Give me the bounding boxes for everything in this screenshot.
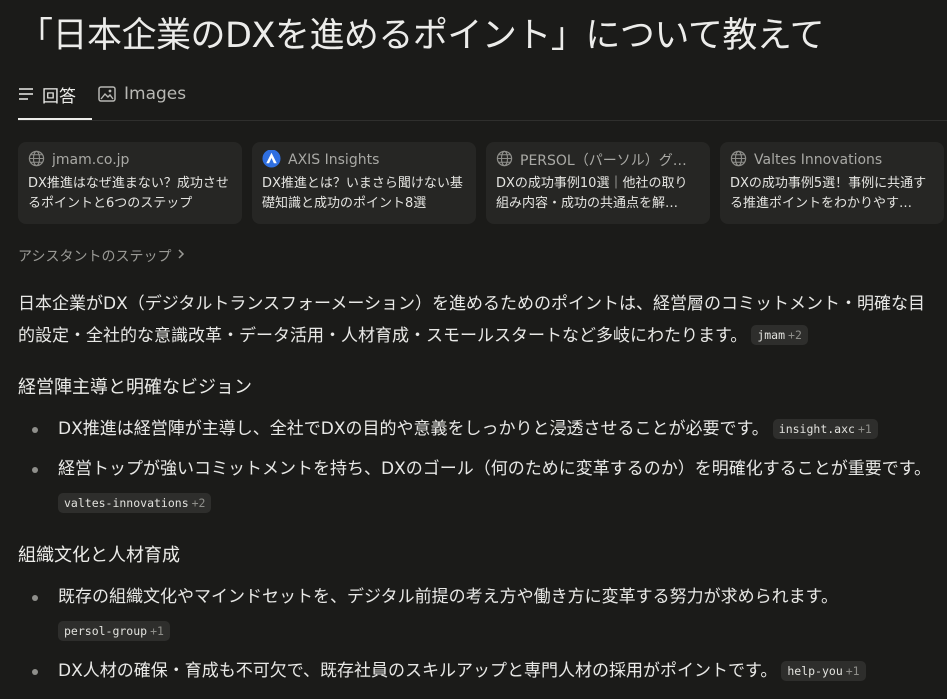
- citation-source: valtes-innovations: [64, 496, 189, 510]
- answer-intro: 日本企業がDX（デジタルトランスフォーメーション）を進めるためのポイントは、経営…: [18, 288, 938, 352]
- citation-source: jmam: [757, 328, 786, 342]
- list-item: 経営トップが強いコミットメントを持ち、DXのゴール（何のために変革するのか）を明…: [32, 452, 938, 520]
- tabs-divider: [18, 120, 947, 121]
- axis-logo-icon: [262, 150, 281, 170]
- citation-more: +1: [150, 624, 164, 638]
- source-snippet: DX推進とは？いまさら聞けない基礎知識と成功のポイント8選: [262, 176, 463, 211]
- source-card-axis[interactable]: AXIS Insights DX推進とは？いまさら聞けない基礎知識と成功のポイン…: [252, 142, 476, 224]
- item-text: DX人材の確保・育成も不可欠で、既存社員のスキルアップと専門人材の採用がポイント…: [58, 661, 778, 681]
- tab-answer[interactable]: 回答: [18, 78, 92, 120]
- globe-icon: [730, 150, 747, 170]
- citation-more: +2: [788, 328, 802, 342]
- source-card-jmam[interactable]: jmam.co.jp DX推進はなぜ進まない？成功させるポイントと6つのステップ: [18, 142, 242, 224]
- source-site: AXIS Insights: [288, 152, 380, 168]
- source-card-persol[interactable]: PERSOL（パーソル）グル… DXの成功事例10選｜他社の取り組み内容・成功の…: [486, 142, 710, 224]
- section-heading: 経営陣主導と明確なビジョン: [18, 377, 252, 398]
- source-site: PERSOL（パーソル）グル…: [520, 153, 700, 169]
- citation-source: persol-group: [64, 624, 148, 638]
- citation-source: insight.axc: [778, 422, 855, 436]
- citation-more: +1: [845, 664, 860, 678]
- source-cards: jmam.co.jp DX推進はなぜ進まない？成功させるポイントと6つのステップ…: [18, 142, 947, 226]
- citation-chip[interactable]: insight.axc +1: [772, 419, 878, 439]
- answer-body: 日本企業がDX（デジタルトランスフォーメーション）を進めるためのポイントは、経営…: [18, 288, 938, 688]
- source-snippet: DX推進はなぜ進まない？成功させるポイントと6つのステップ: [28, 176, 229, 211]
- page-title: 「日本企業のDXを進めるポイント」について教えて: [18, 16, 825, 56]
- image-icon: [98, 86, 116, 102]
- tab-images[interactable]: Images: [98, 78, 186, 110]
- tab-label: Images: [124, 84, 187, 104]
- source-snippet: DXの成功事例5選！事例に共通する推進ポイントをわかりやす…: [730, 176, 927, 211]
- bullet-list: 既存の組織文化やマインドセットを、デジタル前提の考え方や働き方に変革する努力が求…: [18, 580, 938, 688]
- list-item: 既存の組織文化やマインドセットを、デジタル前提の考え方や働き方に変革する努力が求…: [32, 580, 938, 648]
- list-item: DX人材の確保・育成も不可欠で、既存社員のスキルアップと専門人材の採用がポイント…: [32, 654, 938, 688]
- source-card-valtes[interactable]: Valtes Innovations DXの成功事例5選！事例に共通する推進ポイ…: [720, 142, 944, 224]
- tab-bar: 回答 Images: [18, 78, 946, 120]
- source-snippet: DXの成功事例10選｜他社の取り組み内容・成功の共通点を解…: [496, 176, 688, 211]
- citation-chip[interactable]: jmam +2: [751, 325, 808, 345]
- list-item: DX推進は経営陣が主導し、全社でDXの目的や意義をしっかりと浸透させることが必要…: [32, 412, 938, 446]
- source-site: jmam.co.jp: [52, 152, 130, 168]
- citation-more: +2: [191, 496, 206, 510]
- tab-label: 回答: [42, 86, 76, 107]
- item-text: 既存の組織文化やマインドセットを、デジタル前提の考え方や働き方に変革する努力が求…: [58, 587, 838, 607]
- steps-label: アシスタントのステップ: [18, 249, 172, 265]
- citation-source: help-you: [787, 664, 843, 678]
- item-text: 経営トップが強いコミットメントを持ち、DXのゴール（何のために変革するのか）を明…: [58, 459, 932, 479]
- citation-chip[interactable]: valtes-innovations +2: [58, 493, 212, 513]
- item-text: DX推進は経営陣が主導し、全社でDXの目的や意義をしっかりと浸透させることが必要…: [58, 419, 769, 439]
- citation-chip[interactable]: help-you +1: [781, 661, 866, 681]
- globe-icon: [28, 150, 45, 170]
- bullet-list: DX推進は経営陣が主導し、全社でDXの目的や意義をしっかりと浸透させることが必要…: [18, 412, 938, 520]
- list-icon: [18, 87, 34, 101]
- section-heading: 組織文化と人材育成: [18, 545, 180, 566]
- chevron-right-icon: [177, 248, 185, 264]
- citation-chip[interactable]: persol-group +1: [58, 621, 170, 641]
- assistant-steps-toggle[interactable]: アシスタントのステップ: [18, 246, 185, 266]
- citation-more: +1: [857, 422, 872, 436]
- globe-icon: [496, 150, 513, 170]
- source-site: Valtes Innovations: [754, 152, 883, 168]
